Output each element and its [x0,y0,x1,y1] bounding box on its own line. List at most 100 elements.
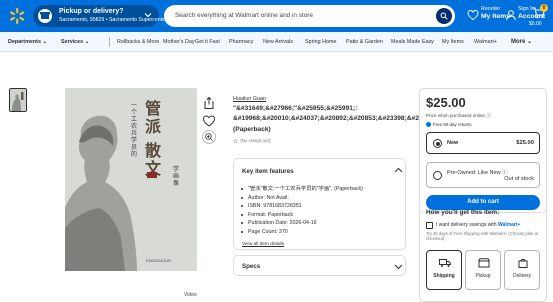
condition-option-new[interactable]: New $25.00 [426,132,540,154]
ratings-summary[interactable]: ☆ (No ratings yet) [233,138,270,145]
product-title-line-2: &#19968;&#20010;&#24037;&#20892;&#20853;… [233,115,419,122]
departments-menu[interactable]: Departments ⌄ [8,36,47,48]
nav-link[interactable]: My Items [442,36,464,48]
specs-panel[interactable]: Specs [233,255,406,276]
share-icon[interactable] [202,96,216,110]
more-menu[interactable]: More ⌄ [511,36,532,48]
zoom-in-icon [205,133,213,141]
product-title: "&#31649;&#27966;"&#25955;&#25991;: &#19… [233,104,419,124]
new-label: New [447,140,459,146]
nav-link[interactable]: Pharmacy [229,36,253,48]
department-nav: Departments ⌄ Services ⌄ Rollbacks & Mor… [0,32,553,52]
nav-link[interactable]: Walmart+ [474,36,497,48]
buy-box: $25.00 Price when purchased online ⓘ Fre… [419,88,547,213]
list-item: Author: Not Avail. [241,194,363,203]
nav-link[interactable]: Rollbacks & More [117,36,159,48]
radio-preowned[interactable] [433,171,442,180]
delivery-savings-text: I want delivery savings with [436,222,497,228]
cover-title-a: 管派 [145,99,162,136]
cart-button[interactable]: 0 $0.00 [529,4,552,28]
preowned-label: Pre-Owned: Like New ⓘ [447,168,508,176]
walmart-plus-link[interactable]: Walmart+ [498,222,520,228]
search-icon [440,12,448,20]
info-icon[interactable]: ⓘ [486,113,491,118]
walmart-spark-logo[interactable] [8,7,26,25]
list-item: "管派"散文:一个工农兵学员的"字画", (Paperback) [241,186,363,192]
list-item: Format: Paperback [241,211,363,220]
shipping-label: Shipping [433,273,455,279]
truck-icon [439,259,451,267]
thumbnail-image [10,89,26,111]
free-returns: Free 90-day returns [426,122,472,127]
specs-heading: Specs [242,263,261,270]
delivery-option[interactable]: Delivery [504,250,540,290]
cover-red-tag [147,172,157,178]
nav-link[interactable]: Spring Home [305,36,336,48]
nav-link[interactable]: Patio & Garden [346,36,383,48]
radio-new[interactable] [433,139,442,148]
product-title-line-1: "&#31649;&#27966;"&#25955;&#25991;: [233,105,358,112]
new-price: $25.00 [516,140,534,146]
star-icon: ☆ [233,139,239,145]
product-format: (Paperback) [233,126,271,133]
product-main-image[interactable]: 一个工农兵学员的 管派 散文 学画像 ENDEAVOUR [65,88,197,271]
list-item: ISBN: 9781683728351 [241,202,363,211]
pickup-label: Pickup [475,273,491,279]
nav-divider [109,37,110,47]
chevron-down-icon [394,264,403,270]
nav-link[interactable]: Get it Fast [195,36,220,48]
zoom-button[interactable] [202,130,216,144]
list-item: Page Count: 370 [241,228,363,237]
product-thumbnail[interactable] [9,88,27,112]
view-all-details-link[interactable]: View all item details [242,242,284,247]
condition-option-preowned[interactable]: Pre-Owned: Like New ⓘ Out of stock [426,162,540,188]
ratings-text: (No ratings yet) [240,138,271,143]
delivery-savings-label: I want delivery savings with Walmart+ [436,222,520,228]
pickup-icon [478,258,490,268]
cart-total: $0.00 [529,21,542,27]
heart-icon[interactable] [202,114,216,128]
search-bar[interactable]: Search everything at Walmart online and … [164,5,455,27]
delivery-savings-checkbox[interactable] [426,222,433,229]
key-features-heading: Key item features [242,168,294,175]
fulfillment-title: How you'll get this item: [426,209,500,216]
pickup-option[interactable]: Pickup [465,250,501,290]
more-label: More [511,39,526,45]
returns-icon [426,122,431,127]
heart-icon [467,9,479,21]
cover-subtitle-2: 学画像 [173,166,180,187]
cart-count-badge: 0 [540,4,548,12]
search-button[interactable] [436,8,452,24]
key-features-list: "管派"散文:一个工农兵学员的"字画", (Paperback) Author:… [241,185,363,237]
services-label: Services [61,39,84,45]
pickup-delivery-selector[interactable]: Pickup or delivery? Sacramento, 95829 • … [33,5,167,27]
shipping-option[interactable]: Shipping [426,250,462,290]
nav-link[interactable]: New Arrivals [263,36,293,48]
chevron-down-icon: ⌄ [42,39,47,45]
free-returns-text: Free 90-day returns [433,122,472,127]
preowned-label-text: Pre-Owned: Like New [447,170,501,176]
cover-publisher: ENDEAVOUR [146,258,172,263]
chevron-down-icon: ⌄ [527,39,533,45]
price: $25.00 [426,95,466,110]
walmart-plus-note: Try 30 days of Free Shipping with Walmar… [426,231,538,242]
top-header: Pickup or delivery? Sacramento, 95829 • … [0,0,553,32]
pickup-title: Pickup or delivery? [59,8,124,15]
delivery-label: Delivery [512,273,532,279]
departments-label: Departments [8,39,41,45]
author-link[interactable]: Huailun Guan [233,96,266,102]
store-icon [38,9,52,23]
list-item: Publication Date: 2026-04-16 [241,219,363,228]
user-icon [506,10,516,21]
video-label[interactable]: Video [184,292,197,298]
services-menu[interactable]: Services ⌄ [61,36,89,48]
chevron-down-icon [144,13,152,18]
delivery-bag-icon [518,259,528,268]
search-input[interactable]: Search everything at Walmart online and … [175,12,313,19]
out-of-stock-label: Out of stock [504,176,534,182]
nav-link[interactable]: Meals Made Easy [391,36,434,48]
chevron-up-icon[interactable] [394,167,403,173]
fulfillment-panel: How you'll get this item: I want deliver… [419,200,547,302]
nav-link[interactable]: Mother's Day [163,36,195,48]
price-note: Price when purchased online ⓘ [426,113,491,119]
